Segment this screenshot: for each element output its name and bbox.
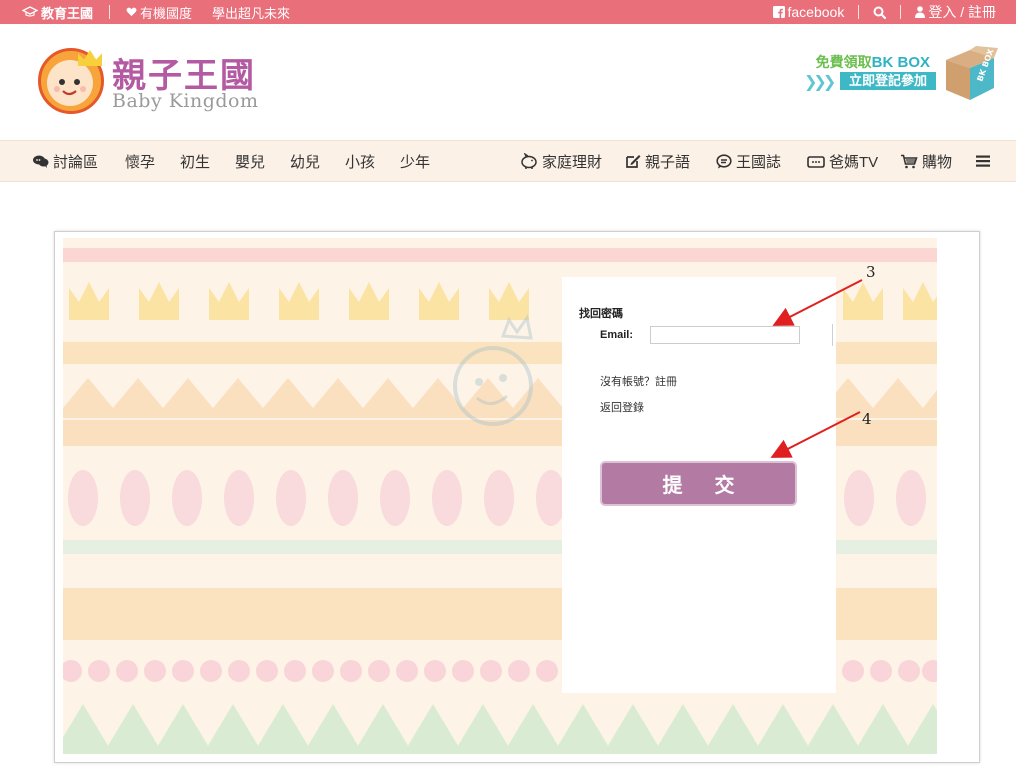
annotation-overlay	[770, 279, 863, 458]
annotation-arrow-4	[770, 411, 861, 458]
annotation-arrow-3	[772, 279, 863, 326]
annotation-number-4: 4	[862, 410, 872, 428]
annotation-number-3: 3	[866, 263, 876, 281]
